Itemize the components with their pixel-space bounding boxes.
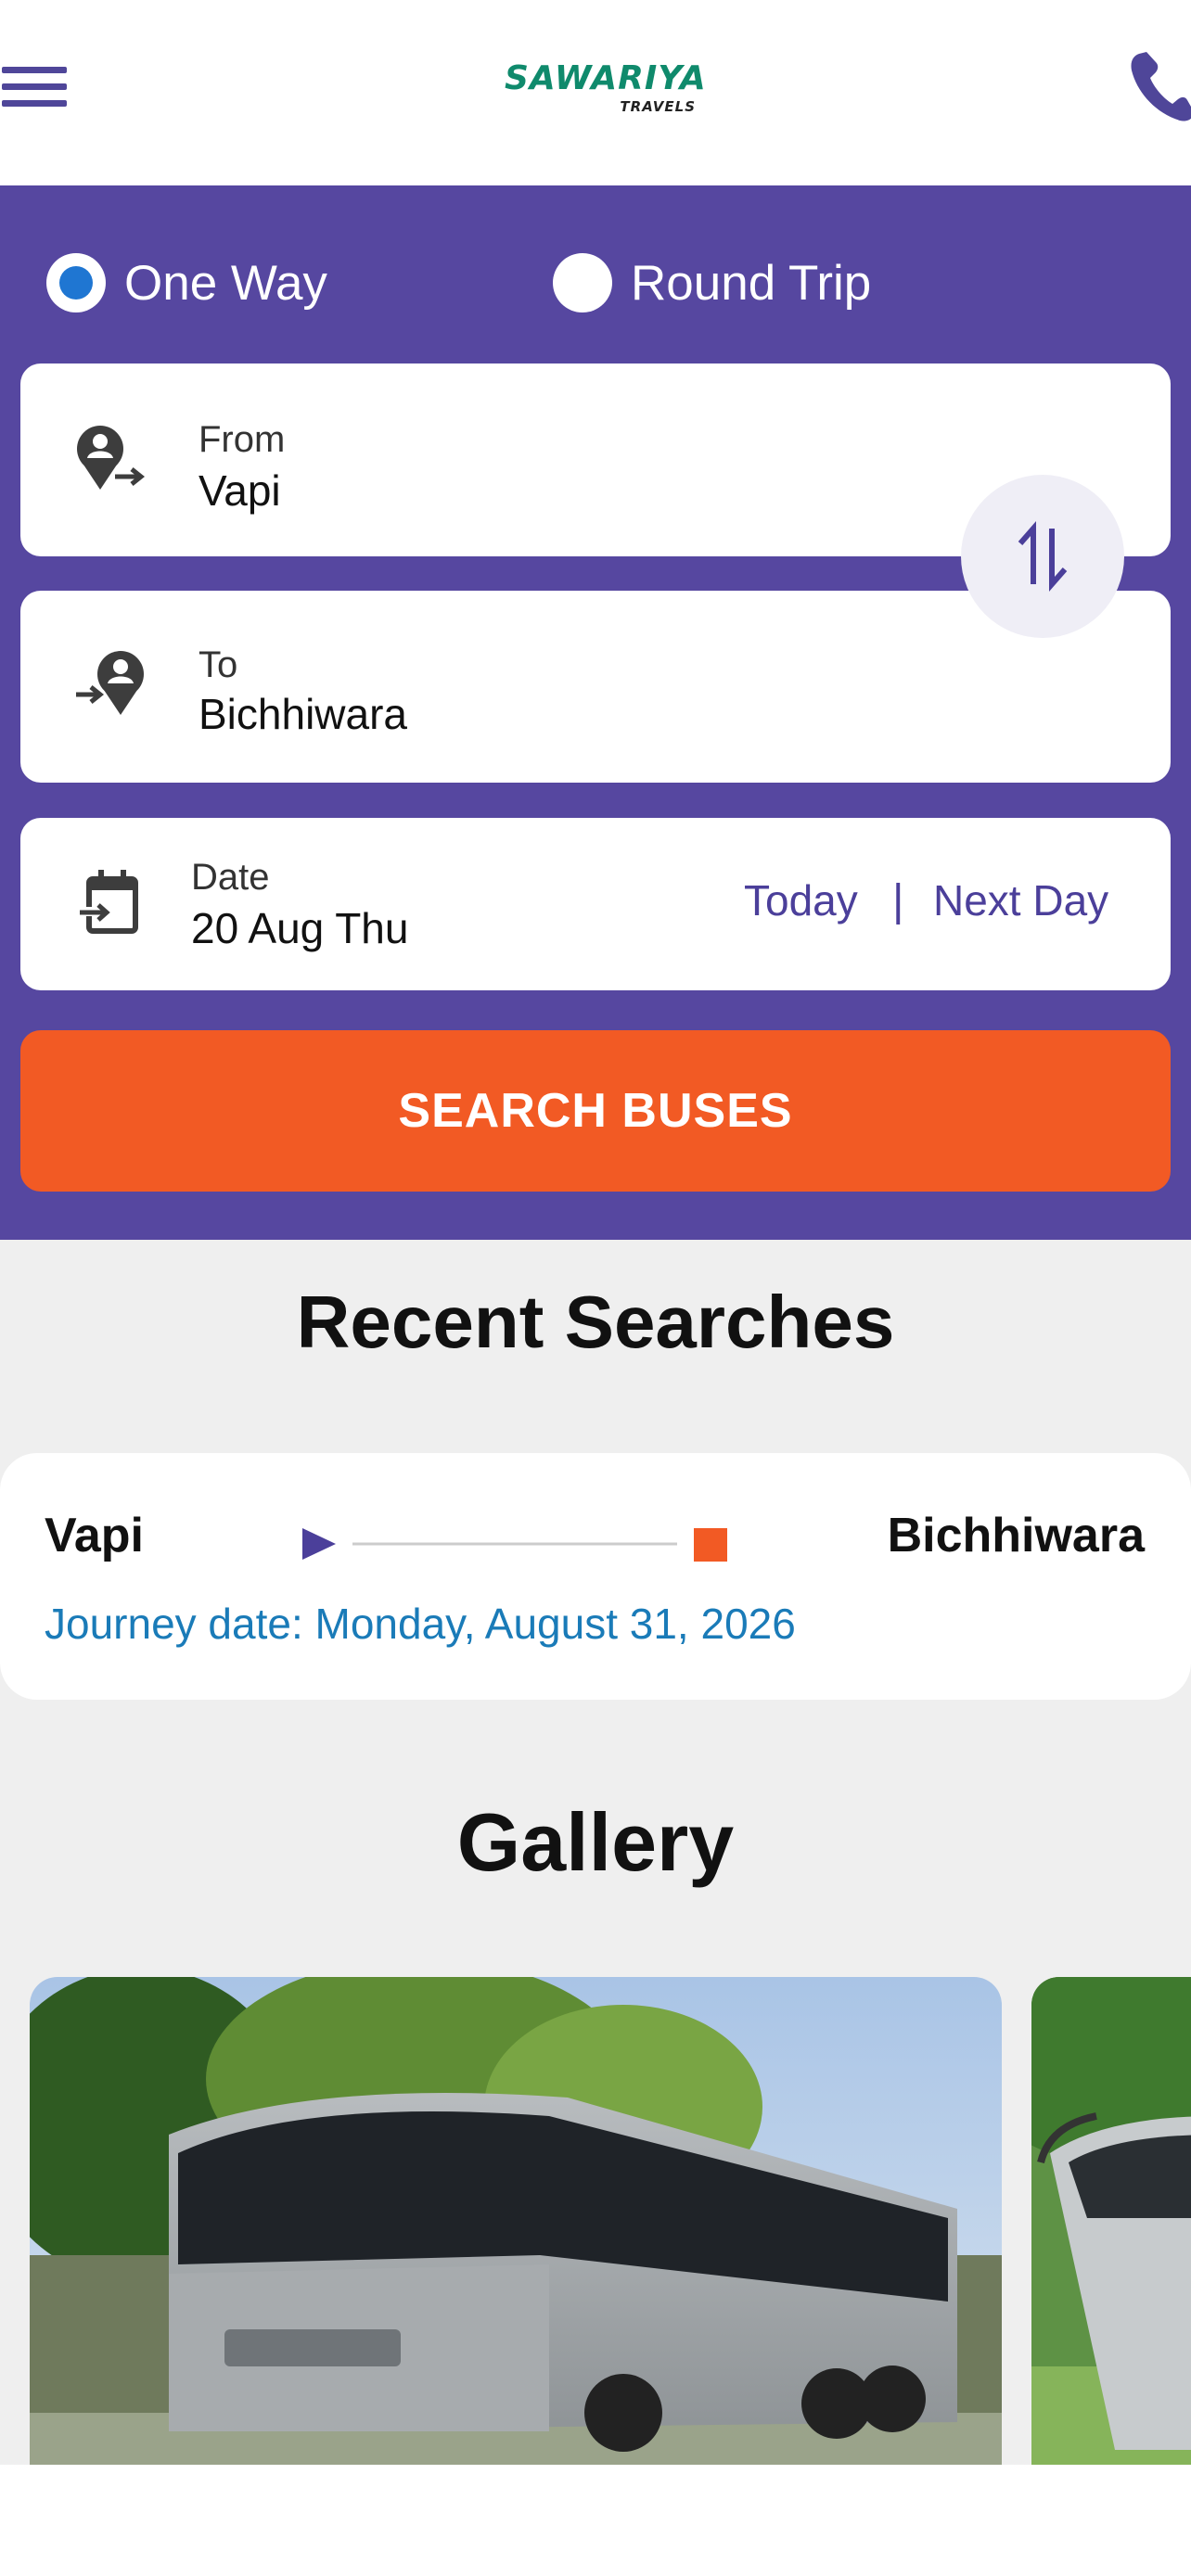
recent-to-city: Bichhiwara	[887, 1509, 1145, 1562]
swap-arrows-icon	[1018, 521, 1068, 592]
phone-icon[interactable]	[1126, 48, 1191, 126]
recent-searches-title: Recent Searches	[296, 1281, 895, 1363]
bottom-bar	[0, 2465, 1191, 2576]
date-caption: Date	[191, 857, 270, 898]
radio-checked-icon[interactable]	[46, 253, 106, 312]
logo-text: SAWARIYA	[505, 59, 707, 97]
journey-date: Journey date: Monday, August 31, 2026	[45, 1600, 796, 1648]
calendar-icon	[74, 866, 148, 940]
app-header: SAWARIYA TRAVELS	[0, 0, 1191, 185]
radio-unchecked-icon[interactable]	[553, 253, 612, 312]
swap-button[interactable]	[961, 475, 1124, 638]
one-way-radio[interactable]: One Way	[46, 248, 327, 318]
from-value: Vapi	[198, 466, 281, 515]
route-end-icon	[694, 1528, 727, 1562]
today-link[interactable]: Today	[744, 875, 858, 925]
route-start-icon	[302, 1528, 336, 1560]
route-line	[302, 1521, 729, 1567]
recent-from-city: Vapi	[45, 1509, 144, 1562]
one-way-label: One Way	[124, 255, 327, 311]
logo-subtext: TRAVELS	[620, 98, 696, 115]
date-value: 20 Aug Thu	[191, 904, 409, 952]
next-day-link[interactable]: Next Day	[933, 875, 1108, 925]
gallery-title: Gallery	[456, 1796, 735, 1888]
round-trip-radio[interactable]: Round Trip	[553, 248, 871, 318]
gallery-image-coach-bus-1[interactable]	[30, 1977, 1002, 2465]
from-caption: From	[198, 419, 286, 460]
departure-location-icon	[74, 421, 148, 495]
arrival-location-icon	[74, 646, 148, 721]
sawariya-travels-logo: SAWARIYA TRAVELS	[505, 59, 706, 124]
to-caption: To	[198, 644, 238, 685]
date-link-separator: |	[892, 876, 904, 925]
search-buses-button[interactable]: SEARCH BUSES	[20, 1030, 1171, 1192]
hamburger-menu-icon[interactable]	[0, 63, 69, 111]
recent-search-card[interactable]	[0, 1453, 1191, 1700]
round-trip-label: Round Trip	[631, 255, 872, 311]
gallery-image-coach-bus-2[interactable]	[1031, 1977, 1191, 2465]
to-value: Bichhiwara	[198, 690, 407, 738]
